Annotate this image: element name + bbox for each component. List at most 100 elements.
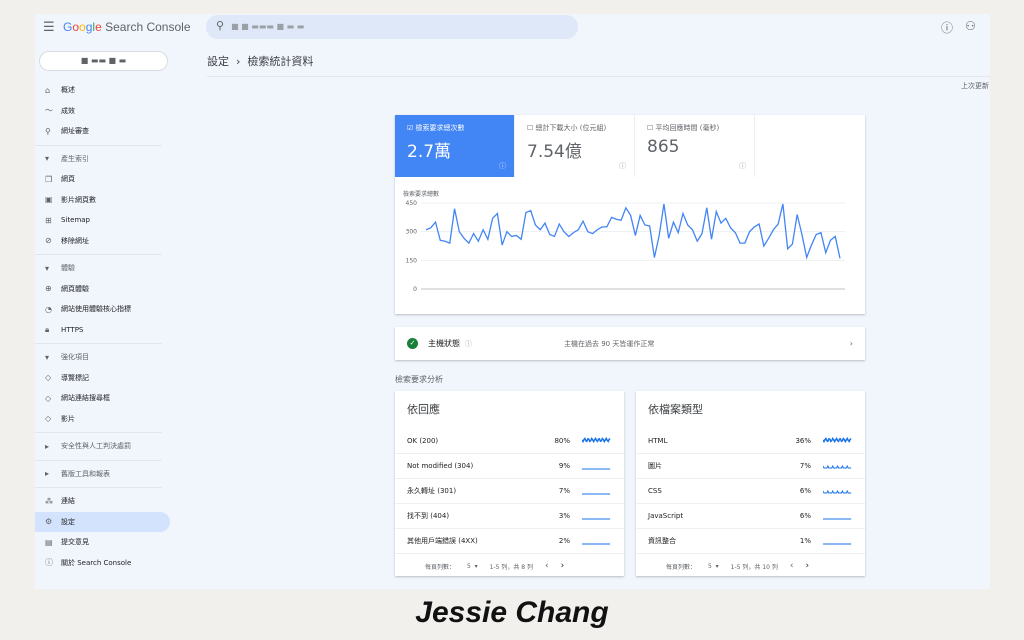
prev-page-icon[interactable]: ‹ bbox=[790, 561, 794, 571]
help-icon[interactable]: ⓘ bbox=[619, 161, 626, 171]
table-row[interactable]: Not modified (304) 9% bbox=[395, 454, 624, 479]
rows-per-page-select[interactable]: 5 ▾ bbox=[708, 563, 719, 570]
row-percent: 2% bbox=[558, 537, 570, 545]
sidebar-item-21[interactable]: ⓘ 關於 Search Console bbox=[35, 553, 170, 574]
table-row[interactable]: CSS 6% bbox=[636, 479, 865, 504]
sidebar-item-19[interactable]: ⚙ 設定 bbox=[35, 511, 170, 532]
row-percent: 6% bbox=[799, 487, 811, 495]
sidebar-item-7[interactable]: ⊘ 移除網址 bbox=[35, 231, 170, 252]
host-status-card[interactable]: ✓ 主機狀態 ⓘ 主機在過去 90 天皆運作正常 › bbox=[395, 327, 865, 360]
next-page-icon[interactable]: › bbox=[561, 561, 565, 571]
property-selector[interactable]: ■ ▬▬ ■ ▬ bbox=[39, 51, 168, 71]
sidebar-item-14[interactable]: ◇ 網站連結搜尋框 bbox=[35, 388, 170, 409]
table-row[interactable]: HTML 36% bbox=[636, 429, 865, 454]
layers-icon: ◇ bbox=[45, 414, 52, 424]
next-page-icon[interactable]: › bbox=[805, 561, 809, 571]
table-row[interactable]: 其他用戶端錯誤 (4XX) 2% bbox=[395, 529, 624, 554]
card-title: 依回應 bbox=[407, 403, 440, 416]
metric-tab-2[interactable]: ☐ 平均回應時間 (毫秒) 865 ⓘ bbox=[635, 115, 755, 177]
checkbox-checked-icon[interactable]: ☑ bbox=[407, 124, 413, 132]
rows-per-page-value: 5 bbox=[708, 562, 712, 570]
info-icon: ⓘ bbox=[45, 558, 53, 568]
help-icon[interactable]: ⓘ bbox=[499, 161, 506, 171]
sidebar-item-3[interactable]: ▾ 產生索引 bbox=[35, 149, 170, 170]
sidebar-item-label: 舊版工具和報表 bbox=[61, 469, 110, 478]
manage-accounts-icon[interactable]: ⚇ bbox=[965, 19, 976, 33]
page-experience-icon: ⊕ bbox=[45, 284, 52, 294]
prev-page-icon[interactable]: ‹ bbox=[545, 561, 549, 571]
sidebar-item-6[interactable]: ⊞ Sitemap bbox=[35, 210, 170, 231]
logo[interactable]: Google Search Console bbox=[63, 20, 191, 34]
help-icon[interactable]: ⓘ bbox=[941, 19, 953, 36]
help-icon[interactable]: ⓘ bbox=[739, 161, 746, 171]
collapse-icon: ▸ bbox=[45, 441, 50, 451]
video-page-icon: ▣ bbox=[45, 195, 53, 205]
checkbox-icon[interactable]: ☐ bbox=[647, 124, 653, 132]
sidebar-item-label: 網站使用體驗核心指標 bbox=[61, 305, 131, 314]
sidebar-item-1[interactable]: 〜成效 bbox=[35, 101, 170, 122]
sidebar-item-label: Sitemap bbox=[61, 216, 90, 225]
table-row[interactable]: JavaScript 6% bbox=[636, 504, 865, 529]
sidebar-item-20[interactable]: ▤ 提交意見 bbox=[35, 532, 170, 553]
sidebar-item-12[interactable]: ▾ 強化項目 bbox=[35, 347, 170, 368]
rows-per-page-select[interactable]: 5 ▾ bbox=[467, 563, 478, 570]
menu-icon[interactable]: ☰ bbox=[43, 20, 55, 35]
sidebar-item-0[interactable]: ⌂ 概述 bbox=[35, 80, 170, 101]
rows-per-page-label: 每頁列數： bbox=[425, 563, 456, 571]
sparkline bbox=[823, 436, 852, 444]
table-row[interactable]: 找不到 (404) 3% bbox=[395, 504, 624, 529]
sidebar-item-5[interactable]: ▣ 影片網頁數 bbox=[35, 190, 170, 211]
sidebar-item-4[interactable]: ❐ 網頁 bbox=[35, 169, 170, 190]
divider bbox=[35, 459, 162, 461]
sidebar-item-label: 導覽標記 bbox=[61, 373, 89, 382]
gear-icon: ⚙ bbox=[45, 517, 53, 527]
links-icon: ⁂ bbox=[45, 496, 53, 506]
search-placeholder: ■ ■ ▬▬▬ ■ ▬ ▬ bbox=[231, 22, 305, 31]
metric-tab-0[interactable]: ☑ 檢索要求總次數 2.7萬 ⓘ bbox=[395, 115, 515, 177]
sparkline bbox=[823, 518, 852, 520]
chevron-right-icon[interactable]: › bbox=[850, 339, 853, 348]
signature-watermark: Jessie Chang bbox=[415, 596, 609, 629]
sparkline bbox=[582, 493, 611, 495]
last-updated: 上次更新 bbox=[961, 82, 989, 90]
sidebar-item-11[interactable]: 🔒︎ HTTPS bbox=[35, 320, 170, 341]
row-name: 資訊整合 bbox=[648, 537, 676, 545]
help-icon[interactable]: ⓘ bbox=[465, 339, 472, 349]
home-icon: ⌂ bbox=[45, 85, 51, 95]
table-row[interactable]: 圖片 7% bbox=[636, 454, 865, 479]
sparkline bbox=[582, 543, 611, 545]
rows-per-page-label: 每頁列數： bbox=[666, 563, 697, 571]
sidebar-item-18[interactable]: ⁂ 連結 bbox=[35, 491, 170, 512]
sidebar-item-label: 影片 bbox=[61, 414, 75, 423]
sparkline bbox=[582, 468, 611, 470]
row-percent: 1% bbox=[799, 537, 811, 545]
sidebar-item-2[interactable]: ⚲ 網址審查 bbox=[35, 121, 170, 142]
metric-value: 865 bbox=[647, 137, 680, 157]
divider bbox=[207, 76, 990, 77]
sitemap-icon: ⊞ bbox=[45, 215, 52, 225]
sparkline bbox=[823, 464, 852, 469]
checkbox-icon[interactable]: ☐ bbox=[527, 124, 533, 132]
sidebar-item-10[interactable]: ◔ 網站使用體驗核心指標 bbox=[35, 299, 170, 320]
sidebar-item-15[interactable]: ◇ 影片 bbox=[35, 409, 170, 430]
sidebar-item-16[interactable]: ▸ 安全性與人工判決處罰 bbox=[35, 436, 170, 457]
sidebar-item-label: 連結 bbox=[61, 497, 75, 506]
rows-per-page-value: 5 bbox=[467, 562, 471, 570]
breadcrumb-parent[interactable]: 設定 bbox=[207, 55, 229, 68]
search-input[interactable]: ⚲ ■ ■ ▬▬▬ ■ ▬ ▬ bbox=[206, 15, 578, 39]
top-bar: ☰ Google Search Console ⚲ ■ ■ ▬▬▬ ■ ▬ ▬ … bbox=[35, 14, 990, 42]
pages-icon: ❐ bbox=[45, 174, 53, 184]
sidebar-item-17[interactable]: ▸ 舊版工具和報表 bbox=[35, 464, 170, 485]
sidebar-item-13[interactable]: ◇ 導覽標記 bbox=[35, 368, 170, 389]
y-tick-label: 150 bbox=[406, 257, 418, 264]
metric-tab-1[interactable]: ☐ 總計下載大小 (位元組) 7.54億 ⓘ bbox=[515, 115, 635, 177]
sidebar-item-label: 強化項目 bbox=[61, 353, 89, 362]
table-row[interactable]: 永久轉址 (301) 7% bbox=[395, 479, 624, 504]
sidebar-item-label: 設定 bbox=[61, 517, 75, 526]
table-row[interactable]: 資訊整合 1% bbox=[636, 529, 865, 554]
divider bbox=[35, 343, 162, 344]
sidebar-item-8[interactable]: ▾ 體驗 bbox=[35, 258, 170, 279]
table-row[interactable]: OK (200) 80% bbox=[395, 429, 624, 454]
sidebar-item-9[interactable]: ⊕ 網頁體驗 bbox=[35, 279, 170, 300]
sidebar-item-label: 提交意見 bbox=[61, 538, 89, 547]
